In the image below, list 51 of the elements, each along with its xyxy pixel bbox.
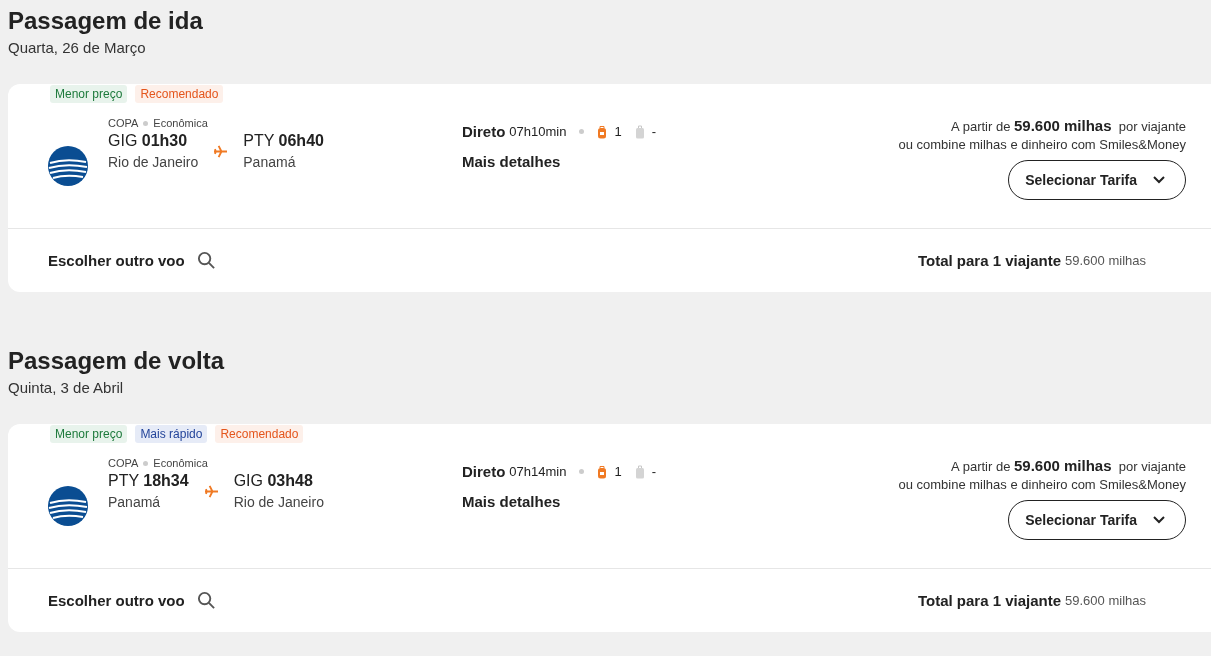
search-icon[interactable] (196, 591, 216, 610)
airplane-icon (213, 144, 229, 158)
departure-time: GIG 01h30 (108, 132, 189, 150)
arrival-city: Rio de Janeiro (233, 494, 324, 510)
baggage-count: - (651, 124, 657, 139)
cabin-class: Econômica (153, 457, 208, 469)
stops-label: Direto (462, 463, 506, 480)
arrival-time: PTY 06h40 (243, 132, 324, 150)
departure-time: PTY 18h34 (108, 472, 189, 490)
combine-text: ou combine milhas e dinheiro com Smiles&Money (898, 477, 1186, 492)
select-fare-button[interactable]: Selecionar Tarifa (1008, 500, 1186, 540)
baggage-count: - (651, 464, 657, 479)
tag: Menor preço (50, 425, 128, 443)
total-value: 59.600 milhas (1065, 253, 1146, 268)
baggage-count: 1 (614, 124, 622, 139)
baggage-count: 1 (614, 464, 622, 479)
airline-logo-icon (48, 486, 88, 526)
section-date: Quinta, 3 de Abril (8, 379, 125, 396)
tag: Recomendado (135, 85, 224, 103)
section-date: Quarta, 26 de Março (8, 39, 147, 56)
departure-city: Panamá (108, 494, 162, 510)
section-title: Passagem de ida (8, 6, 204, 36)
cabin-class: Econômica (153, 117, 208, 129)
details-link[interactable]: Mais detalhes (462, 493, 663, 510)
airline-name: COPA (108, 117, 139, 129)
arrival-time: GIG 03h48 (233, 472, 314, 490)
select-fare-button[interactable]: Selecionar Tarifa (1008, 160, 1186, 200)
chevron-down-icon (1153, 516, 1165, 524)
airline-name: COPA (108, 457, 139, 469)
airplane-icon (203, 484, 219, 498)
price-text: A partir de 59.600 milhas por viajante (951, 457, 1186, 474)
search-icon[interactable] (196, 251, 216, 270)
tag: Menor preço (50, 85, 128, 103)
other-flight-link[interactable]: Escolher outro voo (48, 592, 185, 609)
other-flight-link[interactable]: Escolher outro voo (48, 252, 185, 269)
departure-city: Rio de Janeiro (108, 154, 199, 170)
chevron-down-icon (1153, 176, 1165, 184)
total-label: Total para 1 viajante (917, 592, 1062, 609)
airline-logo-icon (48, 146, 88, 186)
total-label: Total para 1 viajante (917, 252, 1062, 269)
tag: Mais rápido (135, 425, 208, 443)
price-text: A partir de 59.600 milhas por viajante (951, 117, 1186, 134)
details-link[interactable]: Mais detalhes (462, 153, 663, 170)
tag: Recomendado (215, 425, 304, 443)
total-value: 59.600 milhas (1065, 593, 1146, 608)
section-title: Passagem de volta (8, 346, 226, 376)
combine-text: ou combine milhas e dinheiro com Smiles&Money (898, 137, 1186, 152)
arrival-city: Panamá (243, 154, 297, 170)
stops-label: Direto (462, 123, 506, 140)
flight-duration: 07h14min (509, 464, 567, 479)
flight-duration: 07h10min (509, 124, 567, 139)
